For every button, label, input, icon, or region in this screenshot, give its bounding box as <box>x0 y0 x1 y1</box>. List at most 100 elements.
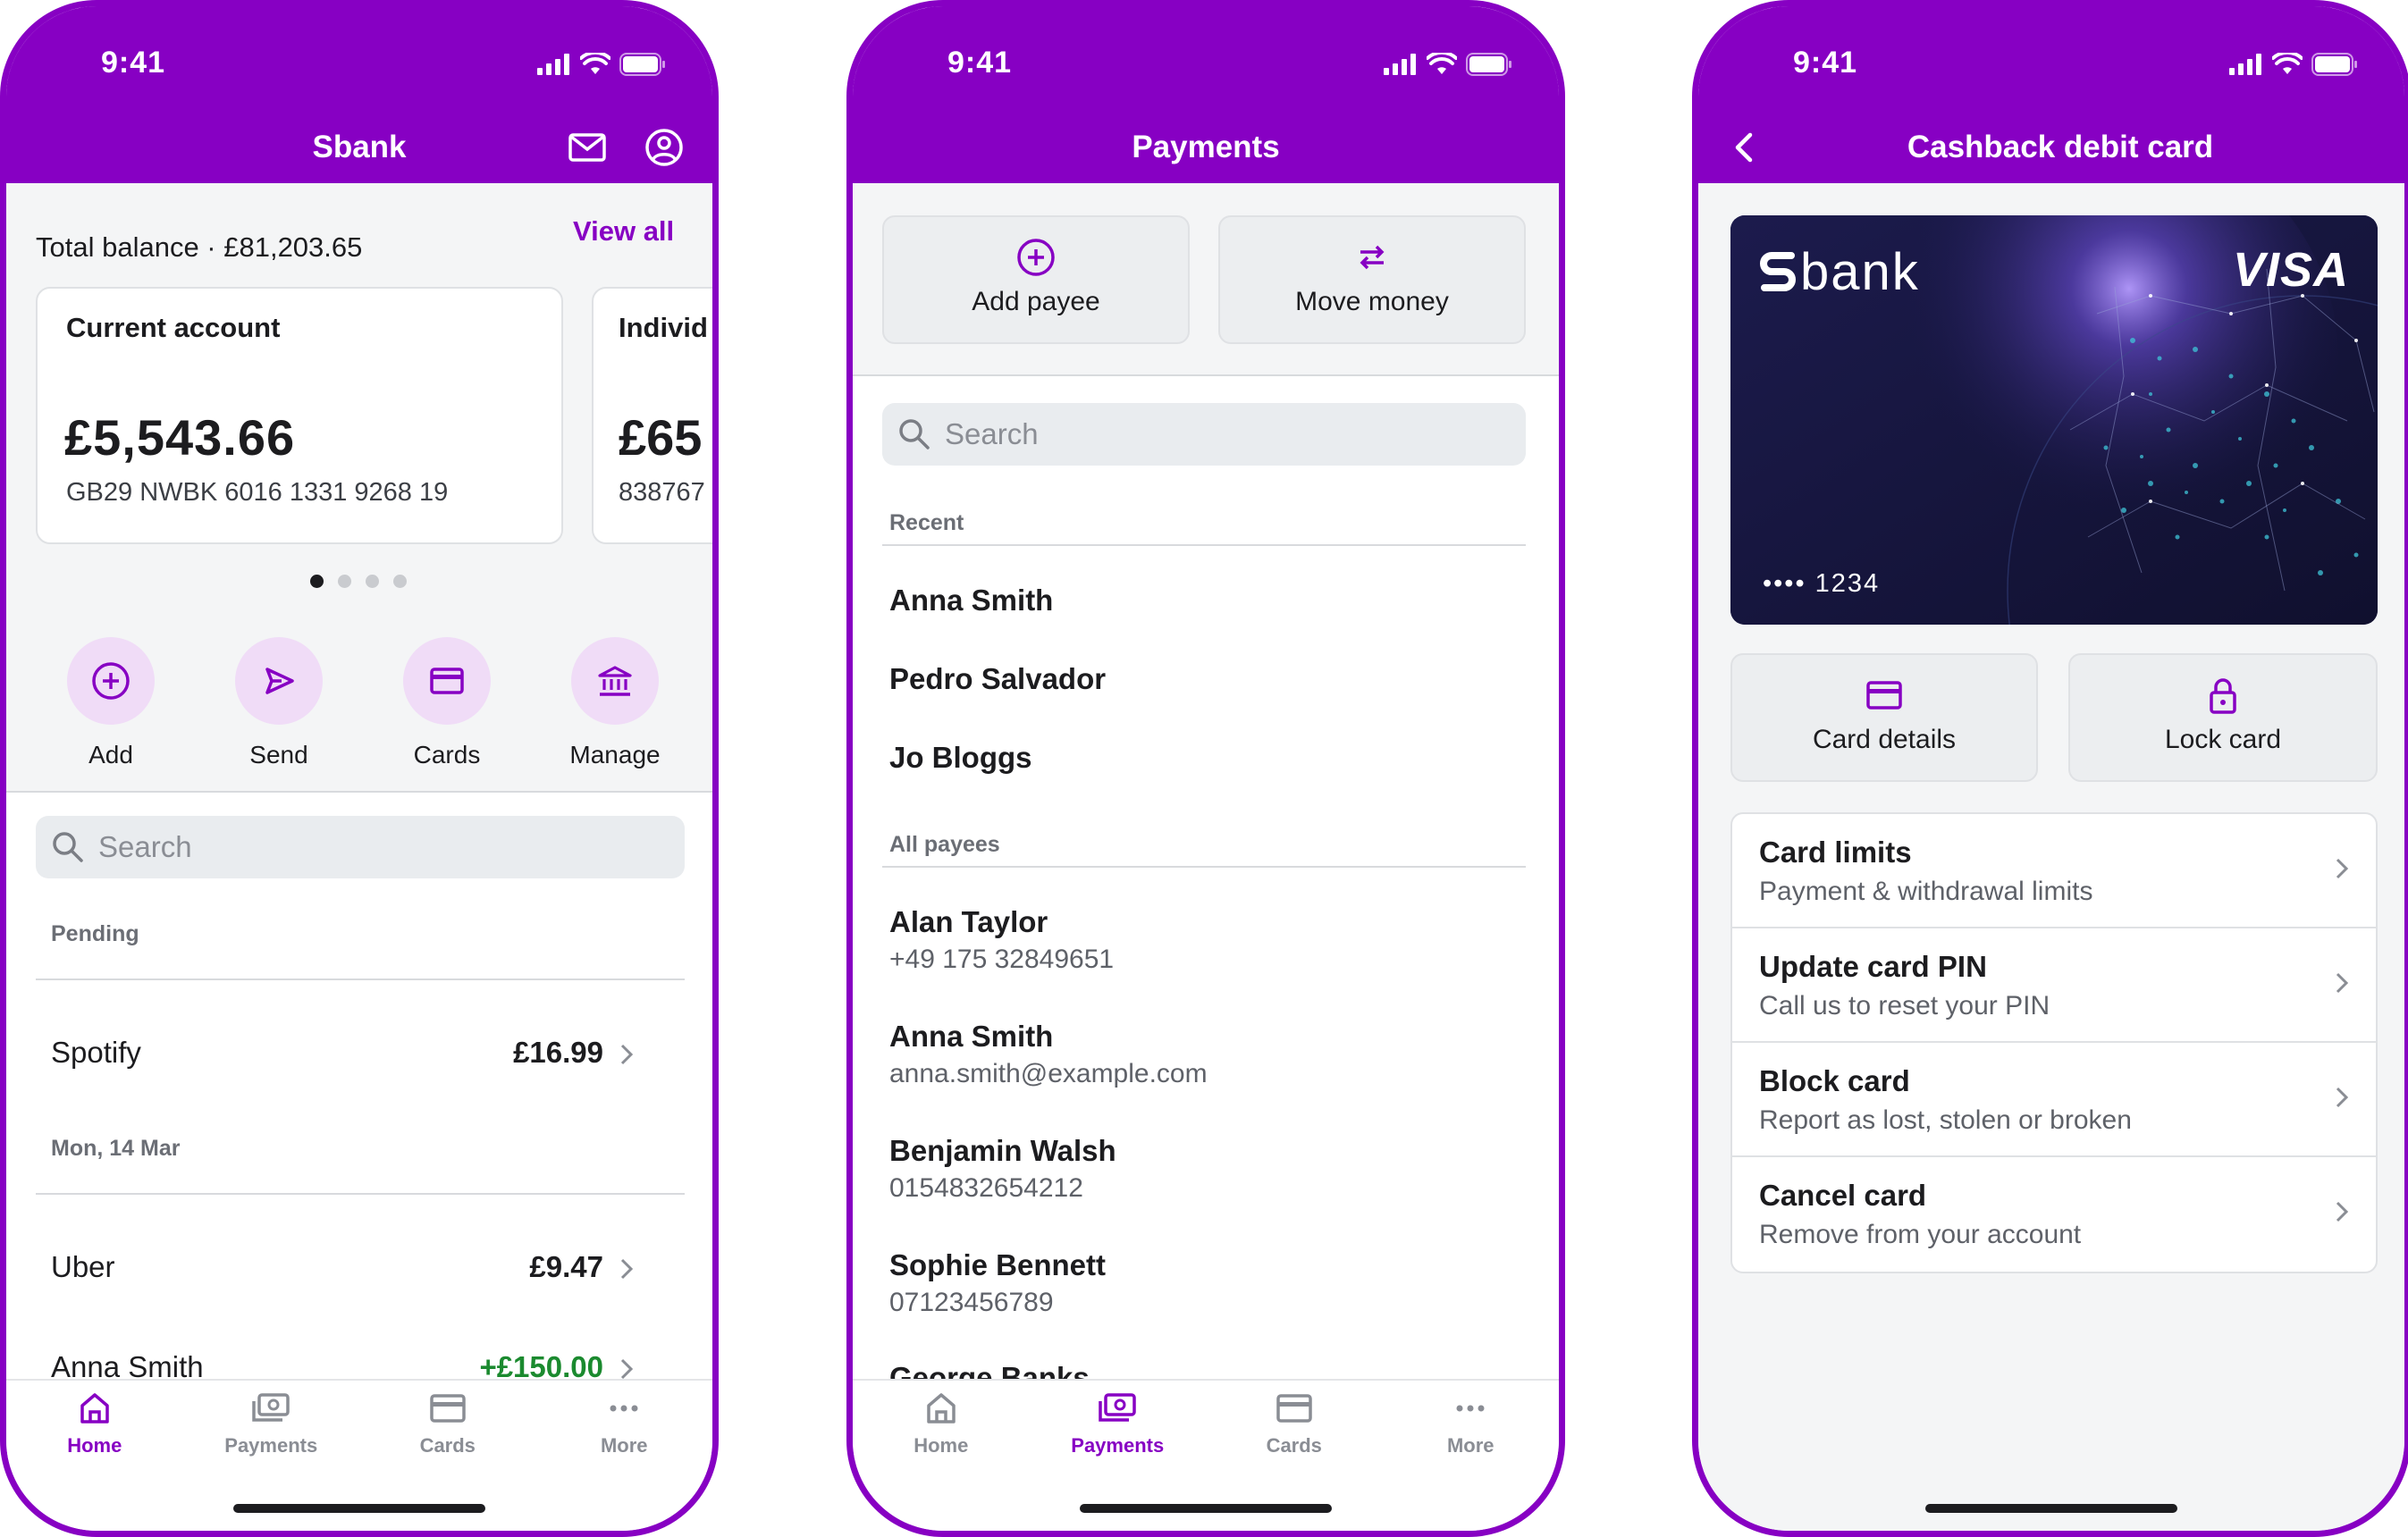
tab-label: Payments <box>1071 1434 1165 1457</box>
quick-action-manage[interactable]: Manage <box>530 637 700 769</box>
payee-detail: 07123456789 <box>889 1288 1054 1317</box>
payee-row[interactable]: Anna Smith anna.smith@example.com <box>889 1020 1208 1089</box>
recent-payee[interactable]: Pedro Salvador <box>889 662 1106 696</box>
payee-name: Pedro Salvador <box>889 662 1107 695</box>
tab-label: Cards <box>1266 1434 1322 1457</box>
total-balance: Total balance · £81,203.65 <box>36 231 363 263</box>
payee-row[interactable]: Alan Taylor +49 175 32849651 <box>889 905 1114 975</box>
payee-name: Alan Taylor <box>889 905 1048 938</box>
home-indicator <box>233 1504 485 1513</box>
card-details-button[interactable]: Card details <box>1730 653 2038 782</box>
debit-card-image[interactable]: bank VISA •••• 1234 <box>1730 215 2378 625</box>
account-name: Individ <box>619 312 708 343</box>
chevron-right-icon <box>2336 1087 2349 1108</box>
block-card-option[interactable]: Block card Report as lost, stolen or bro… <box>1732 1043 2376 1157</box>
tab-label: More <box>1446 1434 1494 1457</box>
bank-icon <box>598 666 632 696</box>
move-money-button[interactable]: Move money <box>1218 215 1526 344</box>
account-card-current[interactable]: Current account £5,543.66 GB29 NWBK 6016… <box>36 287 563 544</box>
list-divider <box>36 978 685 980</box>
tab-cards[interactable]: Cards <box>359 1390 536 1488</box>
quick-action-add[interactable]: Add <box>26 637 196 769</box>
tab-home[interactable]: Home <box>6 1390 183 1488</box>
pager-dot[interactable] <box>393 575 407 588</box>
app-header: 9:41 Cashback debit card <box>1698 6 2404 183</box>
pager-dot-active[interactable] <box>310 575 324 588</box>
tab-more[interactable]: More <box>1383 1390 1560 1488</box>
chevron-right-icon <box>2336 972 2349 994</box>
pager-dot[interactable] <box>366 575 379 588</box>
payee-name: Anna Smith <box>889 584 1054 617</box>
payee-row[interactable]: Benjamin Walsh 0154832654212 <box>889 1134 1116 1204</box>
recent-payee[interactable]: Anna Smith <box>889 584 1053 617</box>
update-pin-option[interactable]: Update card PIN Call us to reset your PI… <box>1732 928 2376 1043</box>
cancel-card-option[interactable]: Cancel card Remove from your account <box>1732 1157 2376 1272</box>
visa-logo: VISA <box>2232 243 2349 297</box>
status-time: 9:41 <box>1793 46 1858 80</box>
search-input[interactable]: Search <box>882 403 1526 466</box>
search-input[interactable]: Search <box>36 816 685 878</box>
status-icons <box>2229 53 2358 76</box>
battery-icon <box>1466 53 1511 76</box>
tab-home[interactable]: Home <box>853 1390 1030 1488</box>
quick-action-cards[interactable]: Cards <box>362 637 532 769</box>
tab-cards[interactable]: Cards <box>1206 1390 1383 1488</box>
lock-card-button[interactable]: Lock card <box>2068 653 2378 782</box>
option-title: Block card <box>1759 1064 1910 1097</box>
option-subtitle: Report as lost, stolen or broken <box>1759 1105 2132 1135</box>
chevron-right-icon <box>2336 1201 2349 1222</box>
option-subtitle: Remove from your account <box>1759 1220 2082 1249</box>
tab-payments[interactable]: Payments <box>183 1390 360 1488</box>
button-label: Move money <box>1295 287 1449 316</box>
status-time: 9:41 <box>947 46 1013 80</box>
card-limits-option[interactable]: Card limits Payment & withdrawal limits <box>1732 814 2376 928</box>
tab-bar: Home Payments Cards More <box>853 1379 1559 1531</box>
wifi-icon <box>2272 53 2303 74</box>
transaction-row[interactable]: Spotify £16.99 <box>51 1036 659 1070</box>
tab-label: Home <box>914 1434 969 1457</box>
mail-icon[interactable] <box>566 126 609 169</box>
recent-payee[interactable]: Jo Bloggs <box>889 741 1032 775</box>
payment-actions-panel: Add payee Move money <box>853 183 1559 374</box>
card-icon <box>1276 1394 1312 1423</box>
wifi-icon <box>1427 53 1457 74</box>
button-label: Lock card <box>2164 725 2282 754</box>
tab-label: Cards <box>419 1434 476 1457</box>
card-options-list: Card limits Payment & withdrawal limits … <box>1730 812 2378 1273</box>
payments-screen: 9:41 Payments Add payee Move money Searc… <box>846 0 1565 1537</box>
carousel-pager[interactable] <box>310 575 407 588</box>
payments-icon <box>1099 1393 1136 1422</box>
section-label-recent: Recent <box>889 510 964 535</box>
more-icon <box>1456 1405 1485 1412</box>
account-card-individual[interactable]: Individ £65 838767 <box>592 287 712 544</box>
payee-name: Sophie Bennett <box>889 1248 1107 1281</box>
section-label-date: Mon, 14 Mar <box>51 1136 181 1161</box>
quick-action-send[interactable]: Send <box>194 637 364 769</box>
tab-label: Payments <box>224 1434 318 1457</box>
status-time: 9:41 <box>101 46 166 80</box>
signal-icon <box>537 54 569 75</box>
option-subtitle: Call us to reset your PIN <box>1759 991 2050 1020</box>
list-divider <box>36 1193 685 1195</box>
payee-name: Anna Smith <box>889 1020 1054 1053</box>
bottom-area <box>1698 1375 2404 1531</box>
account-balance: £5,543.66 <box>64 409 296 466</box>
add-payee-button[interactable]: Add payee <box>882 215 1190 344</box>
app-header: 9:41 Sbank <box>6 6 712 183</box>
card-icon <box>430 1394 466 1423</box>
view-all-link[interactable]: View all <box>573 215 674 248</box>
chevron-right-icon <box>2336 858 2349 879</box>
list-divider <box>882 544 1526 546</box>
plus-circle-icon <box>92 662 130 700</box>
signal-icon <box>1384 54 1416 75</box>
tab-payments[interactable]: Payments <box>1030 1390 1207 1488</box>
profile-icon[interactable] <box>643 126 686 169</box>
transaction-row[interactable]: Uber £9.47 <box>51 1250 659 1284</box>
tab-more[interactable]: More <box>536 1390 713 1488</box>
pager-dot[interactable] <box>338 575 351 588</box>
home-indicator <box>1080 1504 1332 1513</box>
payee-row[interactable]: Sophie Bennett 07123456789 <box>889 1248 1106 1318</box>
transfer-arrows-icon <box>1360 245 1385 270</box>
chevron-right-icon <box>620 1358 634 1380</box>
card-content: bank VISA •••• 1234 Card details Lock ca… <box>1698 183 2404 1388</box>
